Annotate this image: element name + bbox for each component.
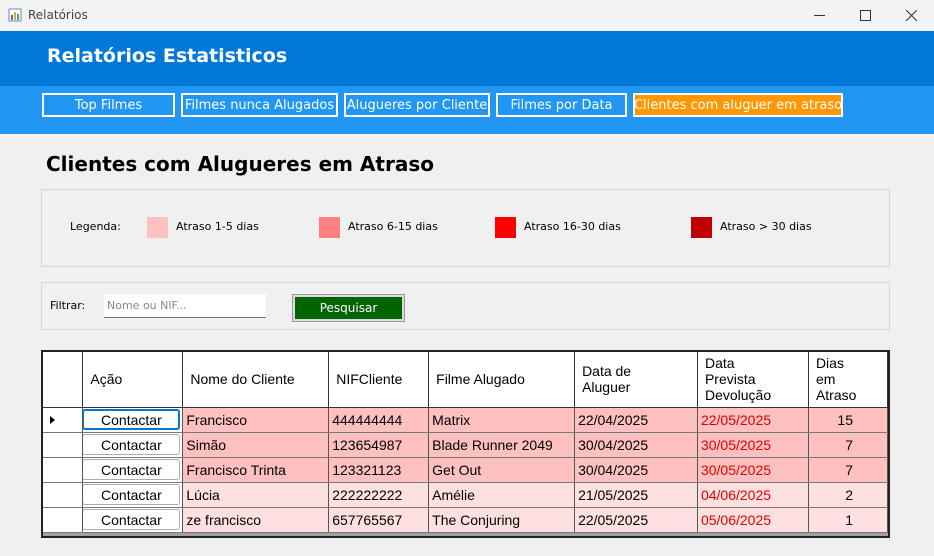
search-button[interactable]: Pesquisar xyxy=(292,294,405,322)
title-bar: Relatórios xyxy=(0,0,934,31)
nav-top-filmes-button[interactable]: Top Filmes xyxy=(42,93,175,117)
search-input[interactable] xyxy=(104,294,266,318)
contact-button[interactable]: Contactar xyxy=(82,509,181,530)
filter-label: Filtrar: xyxy=(50,299,86,312)
row-header-corner xyxy=(43,352,84,408)
table-row[interactable]: Contactar Simão 123654987 Blade Runner 2… xyxy=(43,432,888,458)
table-row[interactable]: Contactar Francisco 444444444 Matrix 22/… xyxy=(43,407,888,433)
action-cell: Contactar xyxy=(82,507,184,533)
nif-cell[interactable]: 123654987 xyxy=(328,432,430,458)
data-aluguer-cell[interactable]: 22/04/2025 xyxy=(574,407,698,433)
nav-filmes-por-data-button[interactable]: Filmes por Data xyxy=(496,93,627,117)
data-aluguer-cell[interactable]: 22/05/2025 xyxy=(574,507,698,533)
row-header[interactable] xyxy=(43,457,84,483)
filme-cell[interactable]: The Conjuring xyxy=(428,507,576,533)
maximize-icon xyxy=(859,10,871,21)
relatorios-window: Relatórios Relatórios Estatisticos Top F… xyxy=(0,0,934,556)
data-prevista-cell[interactable]: 30/05/2025 xyxy=(697,432,809,458)
current-row-arrow-icon xyxy=(50,415,55,424)
legend-swatch-30-plus xyxy=(691,217,712,238)
column-header-data-aluguer[interactable]: Data de Aluguer xyxy=(574,352,698,408)
nif-cell[interactable]: 222222222 xyxy=(328,482,430,508)
legend-label: Legenda: xyxy=(70,220,121,233)
nome-cell[interactable]: Lúcia xyxy=(182,482,330,508)
legend-swatch-6-15 xyxy=(319,217,340,238)
column-header-nome[interactable]: Nome do Cliente xyxy=(182,352,330,408)
nome-cell[interactable]: Simão xyxy=(182,432,330,458)
row-header[interactable] xyxy=(43,482,84,508)
column-header-data-prevista[interactable]: Data Prevista Devolução xyxy=(697,352,809,408)
row-header[interactable] xyxy=(43,407,84,433)
column-header-acao[interactable]: Ação xyxy=(82,352,184,408)
action-cell: Contactar xyxy=(82,482,184,508)
data-prevista-cell[interactable]: 05/06/2025 xyxy=(697,507,809,533)
nav-alugueres-por-cliente-button[interactable]: Alugueres por Cliente xyxy=(344,93,490,117)
column-header-filme[interactable]: Filme Alugado xyxy=(428,352,576,408)
overdue-clients-grid[interactable]: Ação Nome do Cliente NIFCliente Filme Al… xyxy=(41,350,890,538)
legend-text-16-30: Atraso 16-30 dias xyxy=(524,220,621,233)
nav-filmes-nunca-alugados-button[interactable]: Filmes nunca Alugados xyxy=(181,93,338,117)
header-title: Relatórios Estatisticos xyxy=(47,45,288,67)
legend-swatch-1-5 xyxy=(147,217,168,238)
header-bar: Relatórios Estatisticos xyxy=(0,31,934,86)
column-header-dias[interactable]: Dias em Atraso xyxy=(808,352,888,408)
nome-cell[interactable]: ze francisco xyxy=(182,507,330,533)
filme-cell[interactable]: Get Out xyxy=(428,457,576,483)
section-title: Clientes com Alugueres em Atraso xyxy=(46,152,434,176)
table-row[interactable]: Contactar Lúcia 222222222 Amélie 21/05/2… xyxy=(43,482,888,508)
row-header[interactable] xyxy=(43,507,84,533)
column-header-nif[interactable]: NIFCliente xyxy=(328,352,430,408)
dias-cell[interactable]: 1 xyxy=(808,507,888,533)
nome-cell[interactable]: Francisco xyxy=(182,407,330,433)
data-prevista-cell[interactable]: 22/05/2025 xyxy=(697,407,809,433)
dias-cell[interactable]: 15 xyxy=(808,407,888,433)
nav-clientes-atraso-button[interactable]: Clientes com aluguer em atraso xyxy=(633,93,843,117)
close-icon xyxy=(905,10,917,21)
row-header[interactable] xyxy=(43,432,84,458)
contact-button[interactable]: Contactar xyxy=(82,459,181,480)
minimize-icon xyxy=(813,15,825,16)
data-aluguer-cell[interactable]: 30/04/2025 xyxy=(574,457,698,483)
table-row[interactable]: Contactar ze francisco 657765567 The Con… xyxy=(43,507,888,533)
data-prevista-cell[interactable]: 30/05/2025 xyxy=(697,457,809,483)
data-aluguer-cell[interactable]: 30/04/2025 xyxy=(574,432,698,458)
filme-cell[interactable]: Matrix xyxy=(428,407,576,433)
report-nav: Top Filmes Filmes nunca Alugados Aluguer… xyxy=(0,86,934,134)
table-header-row: Ação Nome do Cliente NIFCliente Filme Al… xyxy=(43,352,888,408)
contact-button[interactable]: Contactar xyxy=(82,434,181,455)
action-cell: Contactar xyxy=(82,407,184,433)
maximize-button[interactable] xyxy=(842,0,888,31)
nome-cell[interactable]: Francisco Trinta xyxy=(182,457,330,483)
filme-cell[interactable]: Blade Runner 2049 xyxy=(428,432,576,458)
nif-cell[interactable]: 123321123 xyxy=(328,457,430,483)
chart-icon xyxy=(8,8,22,22)
data-aluguer-cell[interactable]: 21/05/2025 xyxy=(574,482,698,508)
legend-text-1-5: Atraso 1-5 dias xyxy=(176,220,259,233)
nif-cell[interactable]: 657765567 xyxy=(328,507,430,533)
filme-cell[interactable]: Amélie xyxy=(428,482,576,508)
close-button[interactable] xyxy=(888,0,934,31)
action-cell: Contactar xyxy=(82,457,184,483)
legend-panel: Legenda: Atraso 1-5 dias Atraso 6-15 dia… xyxy=(41,189,890,267)
contact-button[interactable]: Contactar xyxy=(82,409,181,430)
window-title: Relatórios xyxy=(28,8,88,22)
contact-button[interactable]: Contactar xyxy=(82,484,181,505)
action-cell: Contactar xyxy=(82,432,184,458)
table-row[interactable]: Contactar Francisco Trinta 123321123 Get… xyxy=(43,457,888,483)
overdue-table: Ação Nome do Cliente NIFCliente Filme Al… xyxy=(43,352,888,533)
legend-text-30-plus: Atraso > 30 dias xyxy=(720,220,812,233)
nif-cell[interactable]: 444444444 xyxy=(328,407,430,433)
filter-panel: Filtrar: Pesquisar xyxy=(41,282,890,330)
data-prevista-cell[interactable]: 04/06/2025 xyxy=(697,482,809,508)
dias-cell[interactable]: 7 xyxy=(808,457,888,483)
dias-cell[interactable]: 7 xyxy=(808,432,888,458)
legend-text-6-15: Atraso 6-15 dias xyxy=(348,220,438,233)
minimize-button[interactable] xyxy=(796,0,842,31)
legend-swatch-16-30 xyxy=(495,217,516,238)
dias-cell[interactable]: 2 xyxy=(808,482,888,508)
